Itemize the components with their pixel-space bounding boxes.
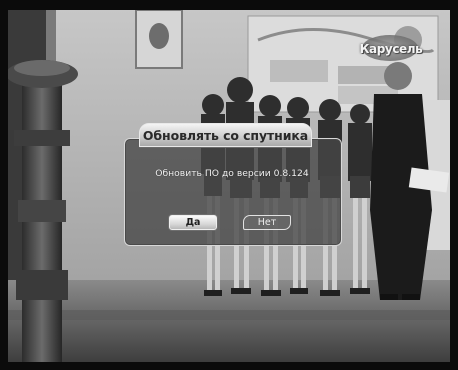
channel-logo: Карусель (359, 33, 423, 65)
update-dialog (124, 138, 342, 246)
dialog-message: Обновить ПО до версии 0.8.124 (155, 168, 309, 179)
no-button[interactable]: Нет (243, 215, 291, 230)
yes-button[interactable]: Да (169, 215, 217, 230)
tv-screen: Карусель Обновлять со спутника Обновить … (0, 0, 458, 370)
dialog-title-tab: Обновлять со спутника (139, 123, 312, 147)
dialog-title: Обновлять со спутника (142, 127, 309, 143)
channel-logo-text: Карусель (359, 42, 423, 56)
